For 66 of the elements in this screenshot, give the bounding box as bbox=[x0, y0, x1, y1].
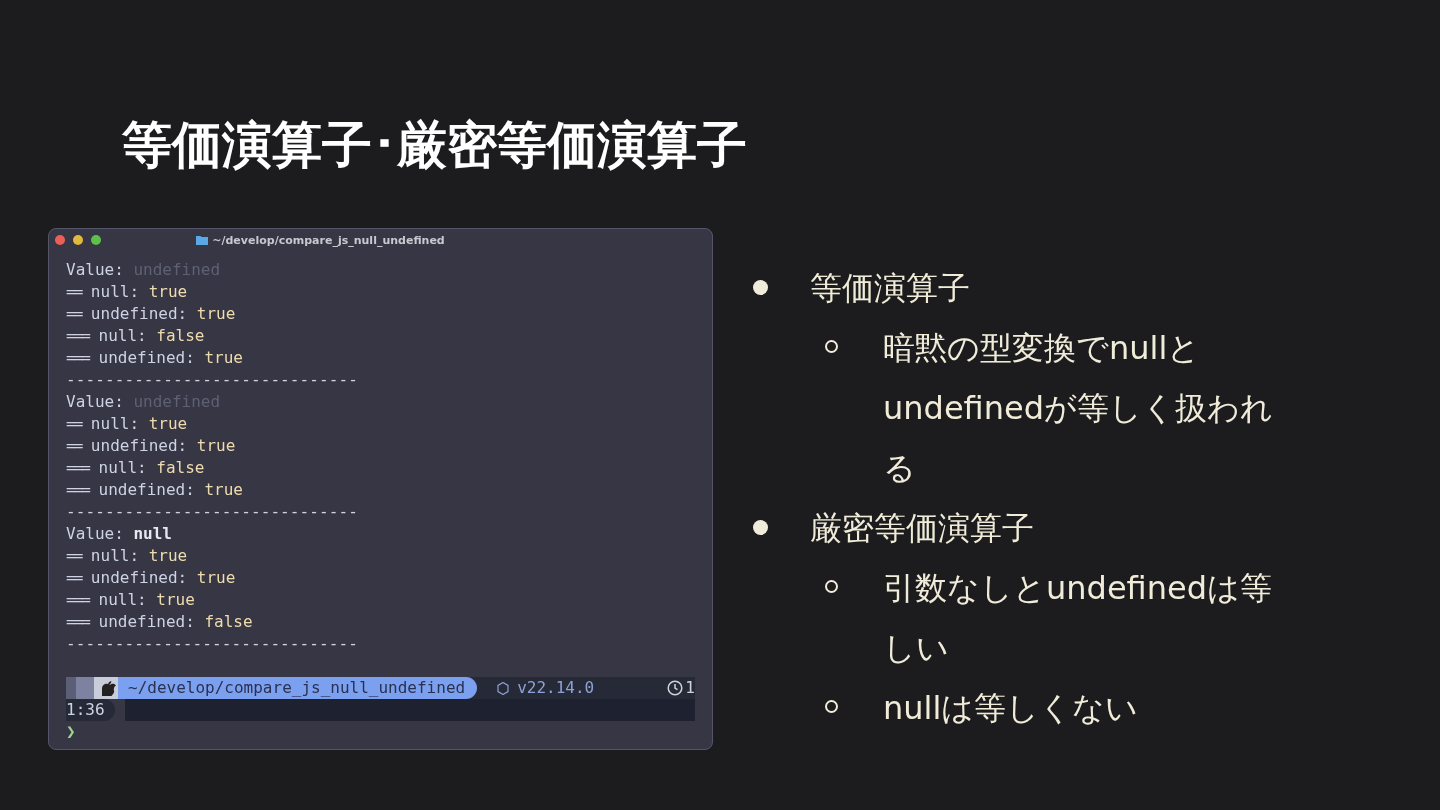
output-result: true bbox=[204, 347, 243, 369]
bullet-circle bbox=[825, 340, 838, 353]
window-title: ~/develop/compare_js_null_undefined bbox=[212, 233, 445, 247]
operator-text: === bbox=[66, 479, 89, 501]
node-version: v22.14.0 bbox=[517, 677, 595, 699]
bullet-circle bbox=[825, 580, 838, 593]
hexagon-icon bbox=[497, 681, 510, 695]
bullet-circle bbox=[825, 700, 838, 713]
operator-text: === bbox=[66, 347, 89, 369]
output-label: undefined: bbox=[90, 567, 188, 589]
output-result: true bbox=[196, 303, 236, 325]
operator-text: == bbox=[66, 545, 82, 567]
output-result: true bbox=[196, 567, 236, 589]
output-label: null: bbox=[98, 589, 147, 611]
output-label: undefined: bbox=[98, 479, 195, 501]
operator-text: === bbox=[66, 589, 89, 611]
bullet-text: 厳密等価演算子 bbox=[810, 508, 1034, 549]
clock-icon bbox=[667, 680, 684, 696]
output-label: null: bbox=[98, 325, 147, 347]
prompt-segment bbox=[66, 677, 94, 699]
clock-time: 1:36 bbox=[66, 699, 115, 721]
bullet-dot bbox=[753, 280, 768, 295]
output-label: undefined: bbox=[98, 347, 195, 369]
separator-line: ------------------------------ bbox=[66, 501, 359, 523]
output-result: false bbox=[204, 611, 253, 633]
separator-line: ------------------------------ bbox=[66, 369, 359, 391]
slide-title: 等価演算子･厳密等価演算子 bbox=[122, 115, 748, 176]
zoom-button[interactable] bbox=[91, 235, 101, 245]
output-result: true bbox=[204, 479, 243, 501]
output-label: undefined: bbox=[90, 303, 188, 325]
output-result: true bbox=[156, 589, 195, 611]
output-result: true bbox=[148, 281, 188, 303]
output-label: Value: bbox=[66, 391, 124, 413]
close-button[interactable] bbox=[55, 235, 65, 245]
operator-text: === bbox=[66, 325, 89, 347]
output-label: null: bbox=[90, 413, 140, 435]
operator-text: === bbox=[66, 611, 89, 633]
operator-text: == bbox=[66, 435, 82, 457]
bullet-text: nullは等しくない bbox=[883, 688, 1139, 729]
operator-text: == bbox=[66, 303, 82, 325]
clock-time: 1 bbox=[685, 677, 695, 699]
operator-text: == bbox=[66, 413, 82, 435]
output-result: false bbox=[156, 325, 205, 347]
output-value: null bbox=[133, 523, 172, 545]
separator-line: ------------------------------ bbox=[66, 633, 359, 655]
operator-text: == bbox=[66, 567, 82, 589]
output-result: true bbox=[196, 435, 236, 457]
minimize-button[interactable] bbox=[73, 235, 83, 245]
output-label: undefined: bbox=[98, 611, 195, 633]
operator-text: == bbox=[66, 281, 82, 303]
output-result: false bbox=[156, 457, 205, 479]
prompt-path: ~/develop/compare_js_null_undefined bbox=[118, 677, 478, 699]
output-result: true bbox=[148, 413, 188, 435]
bullet-dot bbox=[753, 520, 768, 535]
bullet-text: 等価演算子 bbox=[810, 268, 970, 309]
output-result: true bbox=[148, 545, 188, 567]
operator-text: === bbox=[66, 457, 89, 479]
output-label: Value: bbox=[66, 523, 124, 545]
output-label: null: bbox=[90, 281, 140, 303]
folder-icon bbox=[196, 235, 209, 245]
prompt-symbol: ❯ bbox=[66, 721, 77, 743]
bullet-text: 暗黙の型変換でnullとundefinedが等しく扱われる bbox=[883, 328, 1274, 489]
output-label: null: bbox=[90, 545, 140, 567]
output-label: null: bbox=[98, 457, 147, 479]
output-label: Value: bbox=[66, 259, 124, 281]
output-label: undefined: bbox=[90, 435, 188, 457]
